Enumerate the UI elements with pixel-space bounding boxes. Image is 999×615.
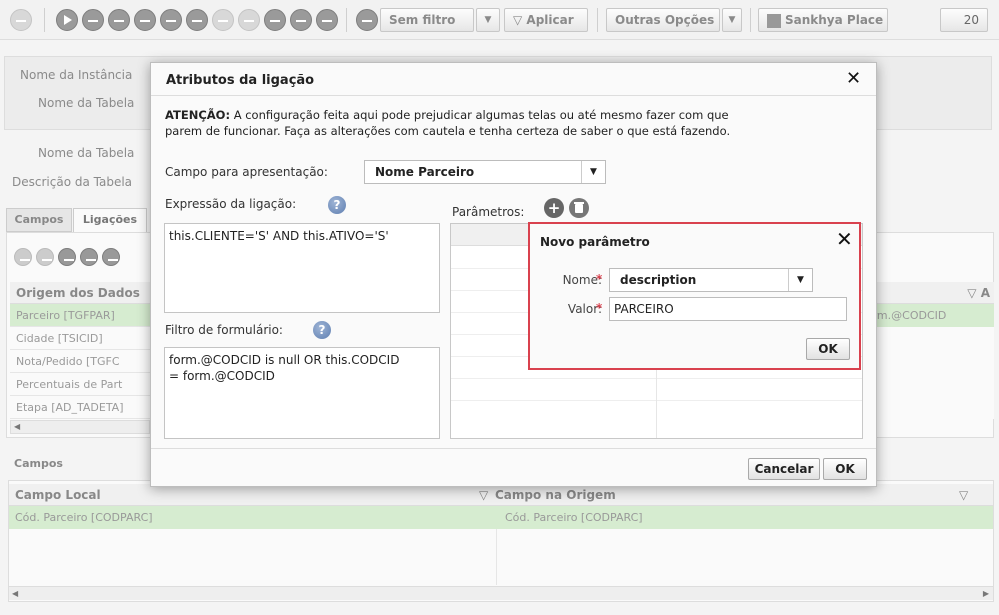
table-row[interactable]: Cód. Parceiro [CODPARC] Cód. Parceiro [C…	[9, 506, 993, 529]
funnel-icon[interactable]: ▽	[959, 484, 968, 506]
help-icon[interactable]: ?	[313, 321, 331, 339]
table-name-label-2: Nome da Tabela	[38, 146, 135, 160]
list-item[interactable]: Nota/Pedido [TGFC	[10, 350, 150, 373]
grid-last-icon[interactable]	[80, 248, 98, 266]
display-field-label: Campo para apresentação:	[165, 165, 328, 179]
cancel-icon[interactable]	[238, 9, 260, 31]
title-divider	[151, 95, 876, 96]
new-param-title: Novo parâmetro	[540, 235, 650, 249]
filter-textarea[interactable]: form.@CODCID is null OR this.CODCID = fo…	[164, 347, 440, 439]
origins-list: Parceiro [TGFPAR] Cidade [TSICID] Nota/P…	[10, 304, 150, 419]
table-name-label: Nome da Tabela	[38, 96, 135, 110]
table-description-label: Descrição da Tabela	[12, 175, 133, 189]
grid-first-icon[interactable]	[14, 248, 32, 266]
copy-icon[interactable]	[264, 9, 286, 31]
refresh-icon[interactable]	[290, 9, 312, 31]
new-parameter-dialog: Novo parâmetro ✕ Nome: * description ▼ V…	[528, 222, 861, 370]
required-mark: *	[596, 272, 603, 286]
more-options-dropdown-icon[interactable]: ▼	[722, 8, 742, 32]
funnel-icon[interactable]: ▽	[479, 484, 488, 506]
filter-select[interactable]: Sem filtro	[380, 8, 474, 32]
add-param-icon[interactable]: +	[544, 198, 564, 218]
grid-add-icon[interactable]	[102, 248, 120, 266]
menu-icon[interactable]	[10, 9, 32, 31]
grid-next-icon[interactable]	[58, 248, 76, 266]
confirm-icon[interactable]	[212, 9, 234, 31]
name-select[interactable]: description ▼	[609, 268, 813, 292]
column-divider	[496, 529, 497, 585]
origin-field-header: Campo na Origem	[495, 488, 616, 502]
list-item[interactable]: Percentuais de Part	[10, 373, 150, 396]
display-field-select[interactable]: Nome Parceiro ▼	[364, 160, 606, 184]
horizontal-scrollbar[interactable]: ◀	[10, 420, 150, 434]
name-label: Nome:	[562, 273, 602, 287]
play-icon[interactable]	[56, 9, 78, 31]
warning-text: ATENÇÃO: A configuração feita aqui pode …	[165, 108, 731, 138]
value-label: Valor:	[567, 302, 602, 316]
right-grid-body	[862, 327, 994, 419]
filter-toggle-icon[interactable]	[356, 9, 378, 31]
cancel-button[interactable]: Cancelar	[748, 458, 820, 480]
toolbar: Sem filtro ▼ ▽ Aplicar Outras Opções ▼ S…	[0, 0, 999, 40]
place-icon	[767, 13, 781, 28]
local-field-header: Campo Local	[15, 488, 101, 502]
instance-name-label: Nome da Instância	[20, 68, 133, 82]
attach-icon[interactable]	[316, 9, 338, 31]
required-mark: *	[596, 301, 603, 315]
params-label: Parâmetros:	[452, 205, 525, 219]
next-record-icon[interactable]	[134, 9, 156, 31]
first-record-icon[interactable]	[82, 9, 104, 31]
tab-campos[interactable]: Campos	[6, 208, 72, 232]
add-icon[interactable]	[160, 9, 182, 31]
right-grid-cell[interactable]: form.@CODCID	[862, 304, 994, 327]
funnel-icon[interactable]: ▽ A	[967, 286, 990, 300]
ok-button[interactable]: OK	[823, 458, 867, 480]
tab-ligacoes[interactable]: Ligações	[73, 208, 147, 233]
grid-prev-icon[interactable]	[36, 248, 54, 266]
list-item[interactable]: Cidade [TSICID]	[10, 327, 150, 350]
chevron-down-icon[interactable]: ▼	[788, 269, 812, 291]
trash-icon[interactable]	[569, 198, 589, 218]
close-icon[interactable]: ✕	[836, 229, 853, 249]
filter-dropdown-icon[interactable]: ▼	[476, 8, 500, 32]
page-size-field[interactable]: 20	[940, 8, 988, 32]
remove-icon[interactable]	[186, 9, 208, 31]
fields-grid-header: Campo Local ▽ Campo na Origem ▽	[9, 484, 993, 506]
list-item[interactable]: Parceiro [TGFPAR]	[10, 304, 150, 327]
previous-record-icon[interactable]	[108, 9, 130, 31]
sankhya-place-button[interactable]: Sankhya Place	[758, 8, 888, 32]
fields-horizontal-scrollbar[interactable]: ◀ ▶	[9, 586, 993, 600]
help-icon[interactable]: ?	[328, 196, 346, 214]
value-input[interactable]: PARCEIRO	[609, 297, 847, 321]
more-options-button[interactable]: Outras Opções	[606, 8, 720, 32]
right-grid-header: ▽ A	[862, 282, 994, 304]
filter-label: Filtro de formulário:	[165, 323, 283, 337]
origins-header: Origem dos Dados	[10, 282, 150, 304]
expression-textarea[interactable]: this.CLIENTE='S' AND this.ATIVO='S'	[164, 223, 440, 313]
fields-section-title: Campos	[14, 457, 63, 470]
chevron-down-icon[interactable]: ▼	[581, 161, 605, 183]
list-item[interactable]: Etapa [AD_TADETA]	[10, 396, 150, 419]
expression-label: Expressão da ligação:	[165, 197, 297, 211]
new-param-ok-button[interactable]: OK	[806, 338, 850, 360]
funnel-icon: ▽	[513, 13, 527, 27]
dialog-title: Atributos da ligação	[166, 73, 315, 88]
footer-divider	[151, 448, 876, 449]
close-icon[interactable]: ✕	[846, 70, 861, 88]
apply-button[interactable]: ▽ Aplicar	[504, 8, 588, 32]
